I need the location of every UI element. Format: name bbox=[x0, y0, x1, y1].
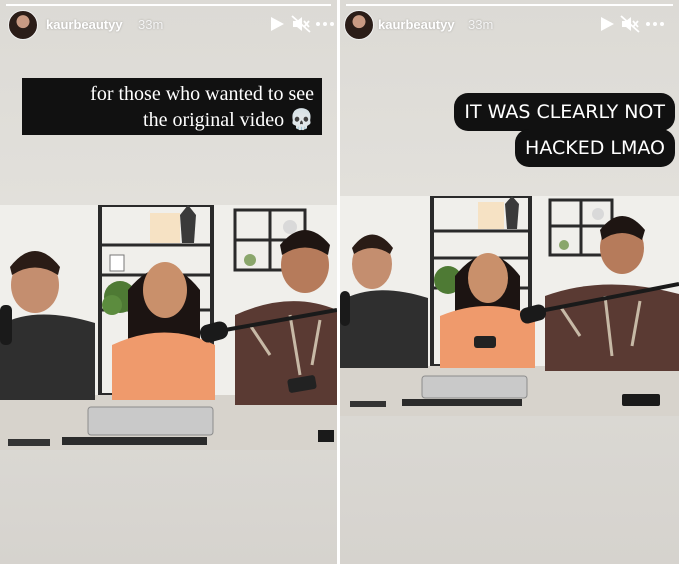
more-icon[interactable] bbox=[644, 14, 666, 34]
story-panel-left[interactable]: kaurbeautyy 33m for those who wanted to … bbox=[0, 0, 337, 564]
video-scene bbox=[0, 205, 337, 450]
timestamp: 33m bbox=[138, 17, 164, 32]
more-icon[interactable] bbox=[314, 14, 336, 34]
story-header: kaurbeautyy 33m bbox=[0, 0, 337, 50]
caption-line-1: for those who wanted to see bbox=[90, 83, 314, 105]
username[interactable]: kaurbeautyy bbox=[46, 17, 123, 32]
story-background-bottom bbox=[340, 416, 679, 564]
story-panel-right[interactable]: kaurbeautyy 33m IT WAS CLEARLY NOT HACKE… bbox=[340, 0, 679, 564]
caption-line-2: HACKED LMAO bbox=[515, 129, 675, 167]
story-video[interactable] bbox=[0, 205, 337, 450]
mute-icon[interactable] bbox=[619, 14, 641, 34]
username[interactable]: kaurbeautyy bbox=[378, 17, 455, 32]
video-scene bbox=[340, 196, 679, 416]
play-icon[interactable] bbox=[596, 14, 618, 34]
timestamp: 33m bbox=[468, 17, 494, 32]
story-video[interactable] bbox=[340, 196, 679, 416]
story-background-bottom bbox=[0, 444, 337, 564]
avatar[interactable] bbox=[8, 10, 38, 40]
caption-line-2: the original video 💀 bbox=[143, 109, 314, 131]
caption-line-1: IT WAS CLEARLY NOT bbox=[454, 93, 675, 131]
story-caption: for those who wanted to see the original… bbox=[22, 78, 322, 135]
story-header: kaurbeautyy 33m bbox=[340, 0, 679, 50]
avatar[interactable] bbox=[344, 10, 374, 40]
play-icon[interactable] bbox=[266, 14, 288, 34]
mute-icon[interactable] bbox=[290, 14, 312, 34]
